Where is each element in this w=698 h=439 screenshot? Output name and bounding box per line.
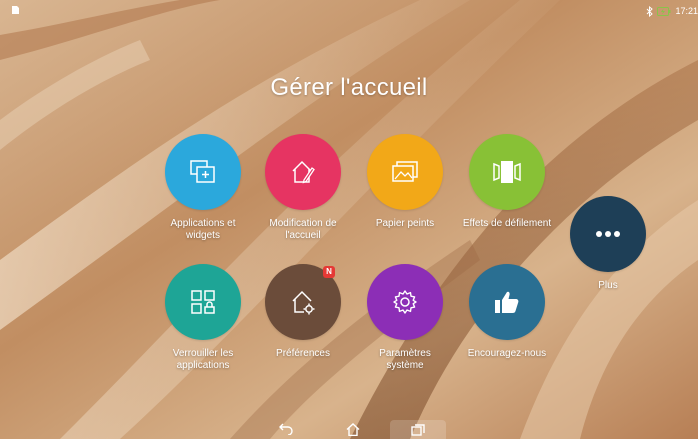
tile-parametres-systeme[interactable]: Paramètres système (360, 264, 450, 372)
tile-label: Préférences (276, 348, 330, 359)
home-icon (346, 422, 360, 436)
tile-circle[interactable] (165, 264, 241, 340)
tile-label: Effets de défilement (462, 218, 552, 229)
back-icon (279, 423, 293, 435)
tile-label: Encouragez-nous (467, 348, 547, 359)
tile-circle[interactable]: N (265, 264, 341, 340)
tile-verrouiller-applications[interactable]: Verrouiller les applications (158, 264, 248, 372)
bluetooth-icon (647, 5, 654, 17)
sim-icon (12, 6, 19, 14)
recent-apps-button[interactable] (390, 420, 446, 439)
back-button[interactable] (276, 421, 296, 437)
tile-label: Applications et widgets (170, 218, 236, 241)
new-badge: N (323, 266, 335, 278)
home-settings-icon (292, 290, 315, 315)
more-icon (596, 231, 620, 237)
tile-circle[interactable] (367, 134, 443, 210)
tile-label: Papier peints (375, 218, 435, 229)
tile-effets-defilement[interactable]: Effets de défilement (462, 134, 552, 230)
tile-label: Plus (598, 280, 618, 291)
tile-circle[interactable] (265, 134, 341, 210)
edit-home-icon (292, 160, 315, 184)
status-right: 17:21 (646, 4, 698, 18)
gear-icon (393, 290, 417, 314)
tile-plus[interactable]: Plus (563, 196, 653, 292)
tile-circle[interactable] (165, 134, 241, 210)
page-title: Gérer l'accueil (270, 74, 428, 101)
battery-charging-icon (657, 6, 671, 16)
thumbs-up-icon (495, 291, 519, 313)
tile-circle[interactable] (367, 264, 443, 340)
tile-papier-peints[interactable]: Papier peints (360, 134, 450, 230)
tile-modification-accueil[interactable]: Modification de l'accueil (258, 134, 348, 242)
tile-label: Paramètres système (379, 348, 431, 371)
tile-encouragez-nous[interactable]: Encouragez-nous (462, 264, 552, 360)
tile-circle[interactable] (469, 264, 545, 340)
lock-apps-icon (191, 290, 215, 314)
tile-circle[interactable] (469, 134, 545, 210)
tile-label: Modification de l'accueil (269, 218, 337, 241)
status-time: 17:21 (675, 6, 698, 16)
navigation-bar (0, 418, 698, 439)
tile-preferences[interactable]: N Préférences (258, 264, 348, 360)
scroll-effects-icon (493, 161, 521, 183)
add-widget-icon (190, 160, 215, 183)
wallpaper-icon (392, 161, 418, 182)
recent-apps-icon (411, 423, 425, 436)
home-button[interactable] (343, 421, 363, 437)
status-bar: 17:21 (0, 0, 698, 20)
tile-circle[interactable] (570, 196, 646, 272)
tile-applications-widgets[interactable]: Applications et widgets (158, 134, 248, 242)
tile-label: Verrouiller les applications (172, 348, 234, 371)
